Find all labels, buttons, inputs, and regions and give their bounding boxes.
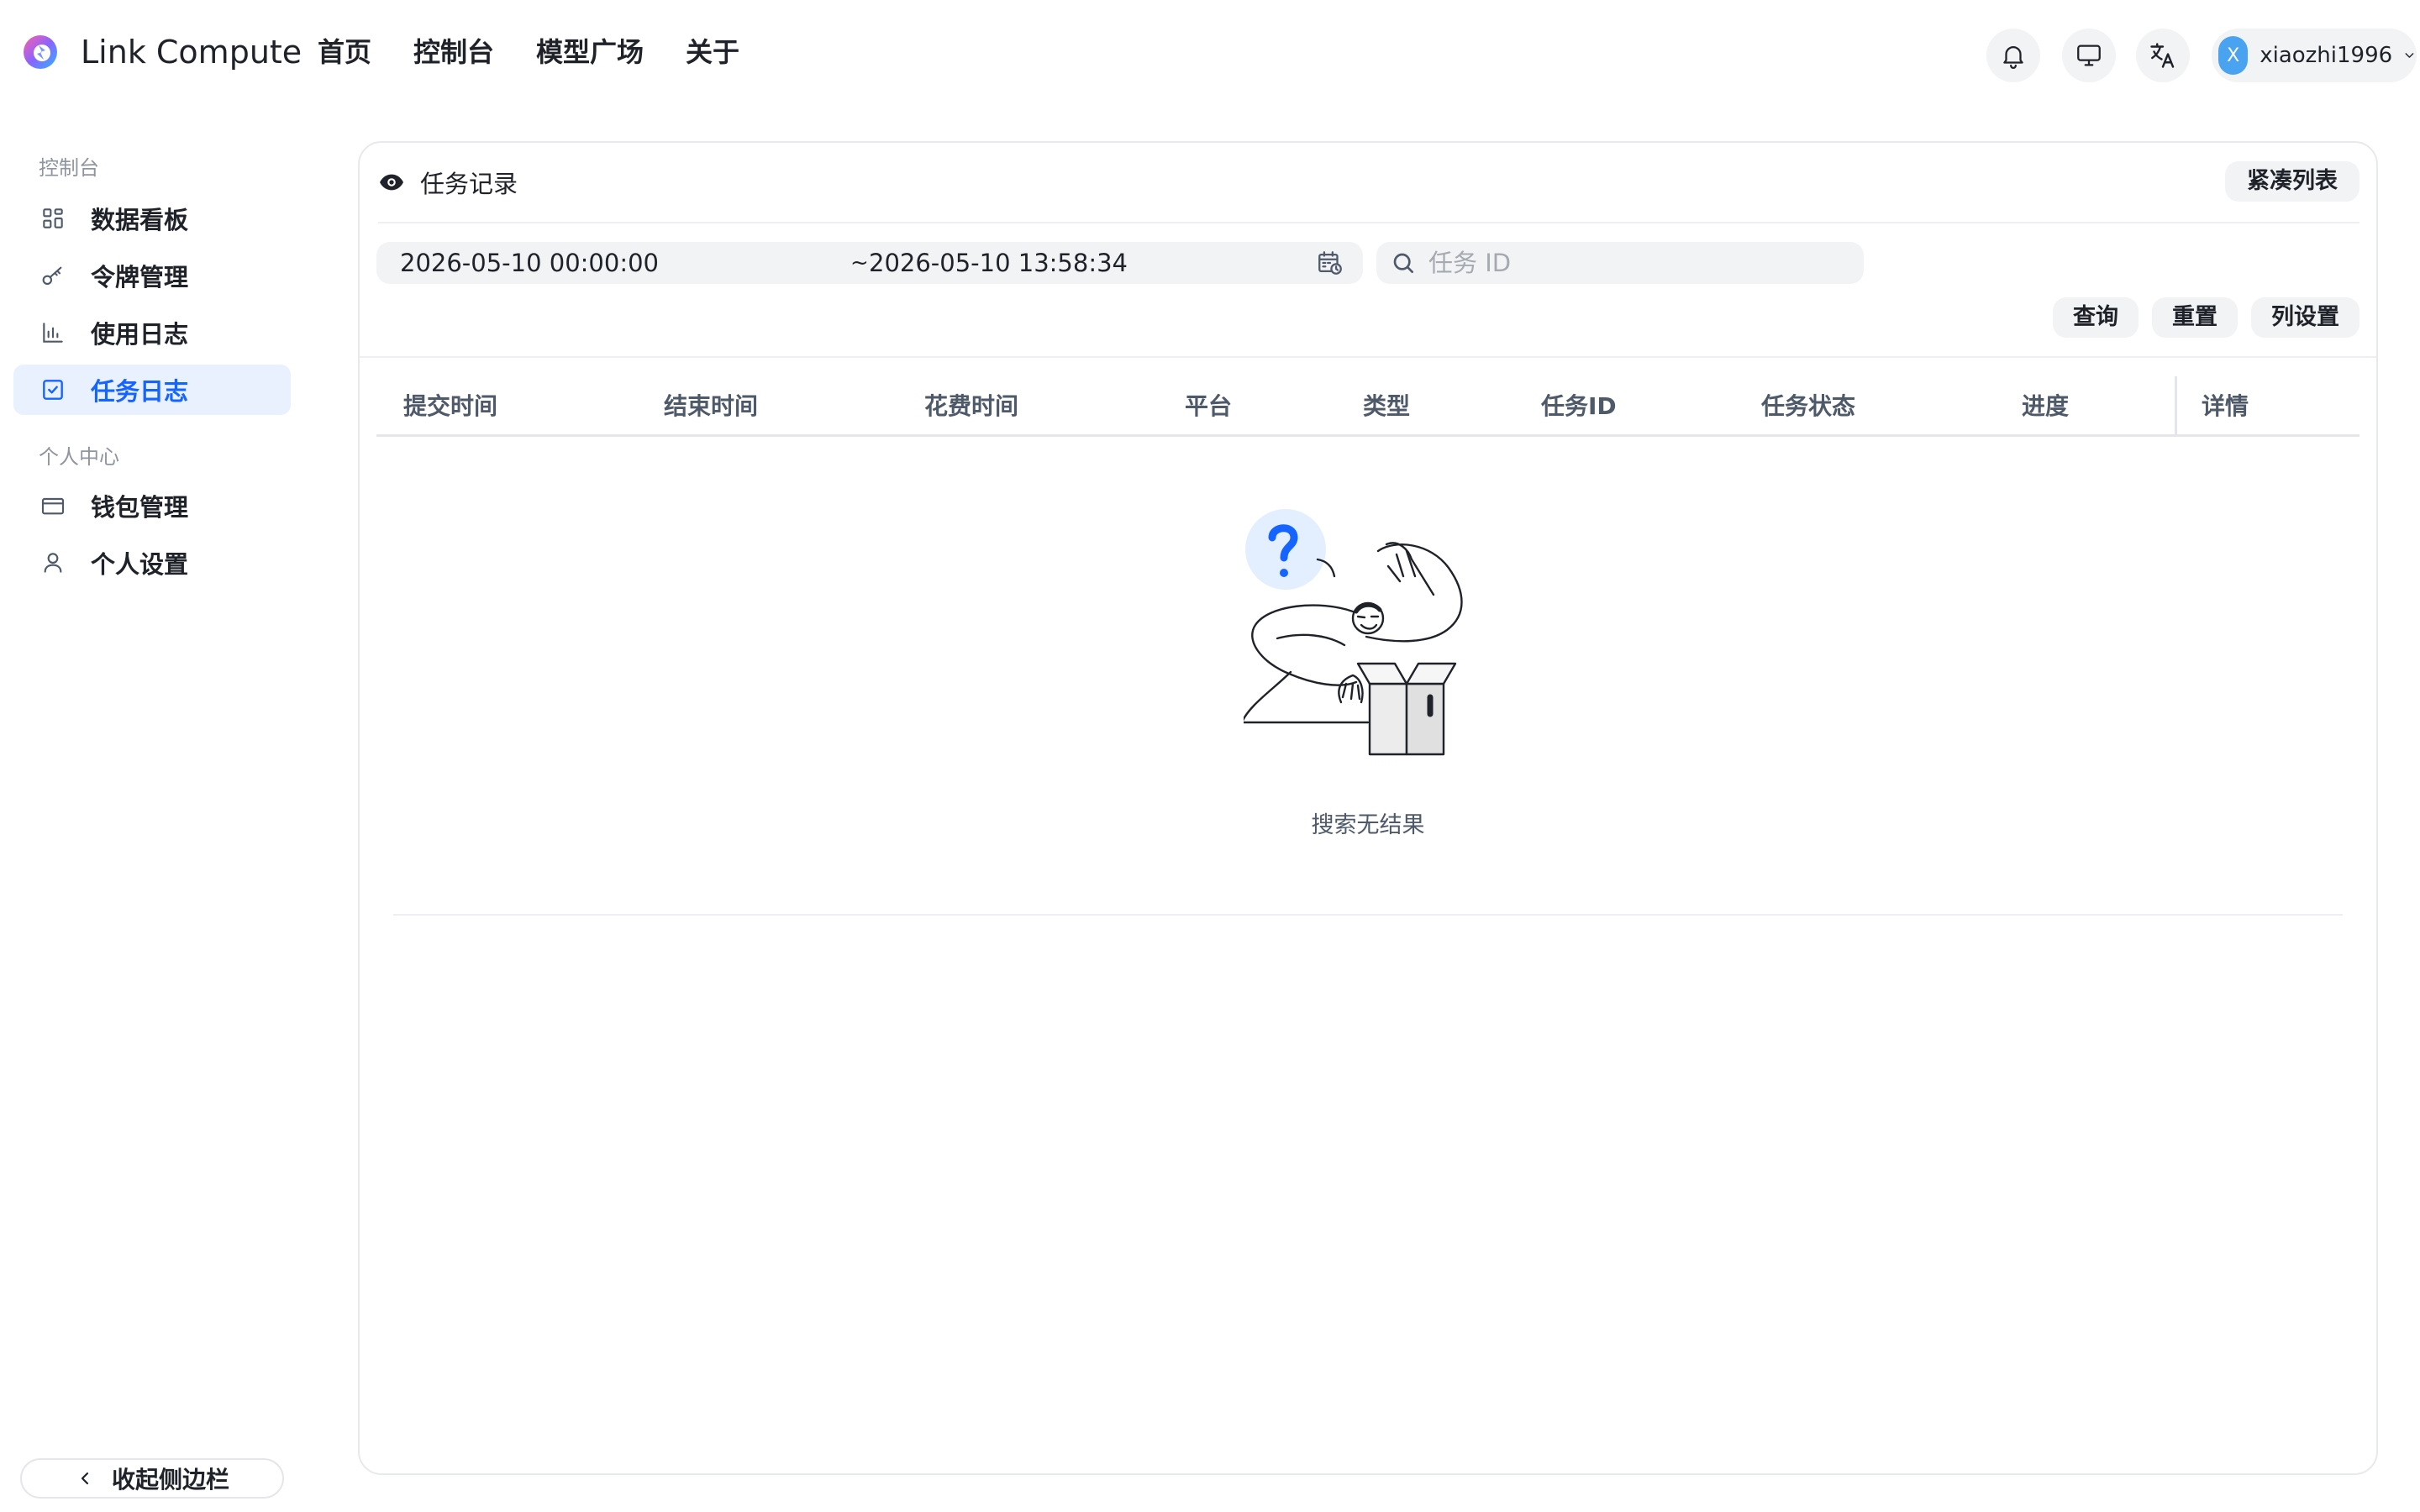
notification-button[interactable] bbox=[1986, 29, 2040, 82]
column-header-platform[interactable]: 平台 bbox=[1185, 388, 1232, 422]
compact-list-button[interactable]: 紧凑列表 bbox=[2225, 161, 2360, 202]
column-header-task-status[interactable]: 任务状态 bbox=[1761, 388, 1855, 422]
sidebar-item-usage-log[interactable]: 使用日志 bbox=[13, 307, 291, 358]
collapse-sidebar-label: 收起侧边栏 bbox=[111, 1466, 229, 1494]
sidebar-item-dashboard[interactable]: 数据看板 bbox=[13, 193, 291, 244]
app-logo-icon[interactable] bbox=[20, 32, 60, 72]
user-menu[interactable]: X xiaozhi1996 bbox=[2212, 29, 2417, 82]
avatar: X bbox=[2218, 36, 2249, 75]
sidebar-item-label: 钱包管理 bbox=[91, 493, 189, 522]
divider bbox=[360, 356, 2376, 358]
column-divider bbox=[2175, 376, 2177, 437]
panel-title: 任务记录 bbox=[420, 170, 518, 198]
column-header-end-time[interactable]: 结束时间 bbox=[664, 388, 758, 422]
chevron-down-icon bbox=[2405, 53, 2414, 58]
display-mode-button[interactable] bbox=[2062, 29, 2116, 82]
task-id-input[interactable] bbox=[1428, 249, 1832, 277]
bar-chart-icon bbox=[39, 318, 67, 347]
column-settings-button[interactable]: 列设置 bbox=[2251, 297, 2360, 338]
sidebar-item-label: 令牌管理 bbox=[91, 263, 189, 291]
sidebar-group-console: 控制台 bbox=[39, 156, 99, 180]
eye-icon bbox=[380, 174, 403, 191]
translate-icon bbox=[2150, 43, 2175, 68]
monitor-icon bbox=[2077, 45, 2101, 66]
sidebar: 控制台 数据看板 令牌管理 使用日志 任务日志 个人中心 钱包管理 个人设置 bbox=[0, 108, 302, 1512]
sidebar-item-tokens[interactable]: 令牌管理 bbox=[13, 250, 291, 301]
column-header-submit-time[interactable]: 提交时间 bbox=[403, 388, 497, 422]
sidebar-group-personal: 个人中心 bbox=[39, 445, 119, 469]
task-id-search[interactable] bbox=[1376, 242, 1864, 284]
top-nav: 首页 控制台 模型广场 关于 bbox=[318, 30, 739, 74]
nav-about[interactable]: 关于 bbox=[686, 30, 739, 74]
top-header: Link Compute 首页 控制台 模型广场 关于 X xiaozhi199… bbox=[0, 0, 2420, 108]
divider bbox=[378, 222, 2360, 223]
bell-icon bbox=[2003, 46, 2023, 69]
collapse-sidebar-button[interactable]: 收起侧边栏 bbox=[20, 1458, 284, 1499]
wallet-icon bbox=[39, 491, 67, 520]
column-header-progress[interactable]: 进度 bbox=[2022, 388, 2069, 422]
sidebar-item-label: 任务日志 bbox=[91, 377, 189, 406]
checkbox-icon bbox=[39, 375, 67, 404]
task-records-panel: 任务记录 紧凑列表 2026-05-10 00:00:00 ~ 2026-05-… bbox=[358, 141, 2378, 1475]
sidebar-item-wallet[interactable]: 钱包管理 bbox=[13, 480, 291, 531]
sidebar-item-personal-settings[interactable]: 个人设置 bbox=[13, 538, 291, 588]
reset-button[interactable]: 重置 bbox=[2152, 297, 2238, 338]
nav-home[interactable]: 首页 bbox=[318, 30, 371, 74]
username: xiaozhi1996 bbox=[2260, 43, 2393, 68]
search-icon bbox=[1393, 253, 1413, 273]
column-header-duration[interactable]: 花费时间 bbox=[924, 388, 1018, 422]
user-icon bbox=[39, 549, 67, 577]
panel-header: 任务记录 bbox=[378, 165, 518, 200]
sidebar-item-label: 使用日志 bbox=[91, 320, 189, 349]
action-buttons: 查询 重置 列设置 bbox=[2053, 297, 2360, 338]
date-end[interactable]: 2026-05-10 13:58:34 bbox=[869, 249, 1128, 277]
nav-model-plaza[interactable]: 模型广场 bbox=[536, 30, 644, 74]
app-title[interactable]: Link Compute bbox=[81, 30, 302, 74]
key-icon bbox=[39, 261, 67, 290]
sidebar-item-label: 个人设置 bbox=[91, 550, 189, 579]
query-button[interactable]: 查询 bbox=[2053, 297, 2139, 338]
divider bbox=[393, 914, 2343, 916]
nav-console[interactable]: 控制台 bbox=[413, 30, 494, 74]
sidebar-item-label: 数据看板 bbox=[91, 206, 189, 234]
dashboard-icon bbox=[39, 204, 67, 233]
chevron-left-icon bbox=[81, 1472, 89, 1485]
column-header-details[interactable]: 详情 bbox=[2202, 388, 2249, 422]
column-header-type[interactable]: 类型 bbox=[1363, 388, 1410, 422]
language-button[interactable] bbox=[2136, 29, 2190, 82]
sidebar-item-task-log[interactable]: 任务日志 bbox=[13, 365, 291, 415]
date-range-picker[interactable]: 2026-05-10 00:00:00 ~ 2026-05-10 13:58:3… bbox=[376, 242, 1363, 284]
table-header: 提交时间 结束时间 花费时间 平台 类型 任务ID 任务状态 进度 详情 bbox=[376, 370, 2360, 437]
empty-result-illustration bbox=[1244, 509, 1463, 756]
date-separator: ~ bbox=[850, 250, 869, 276]
column-header-task-id[interactable]: 任务ID bbox=[1541, 388, 1617, 422]
empty-result-text: 搜索无结果 bbox=[1311, 812, 1425, 838]
calendar-clock-icon[interactable] bbox=[1316, 249, 1344, 277]
date-start[interactable]: 2026-05-10 00:00:00 bbox=[400, 249, 659, 277]
